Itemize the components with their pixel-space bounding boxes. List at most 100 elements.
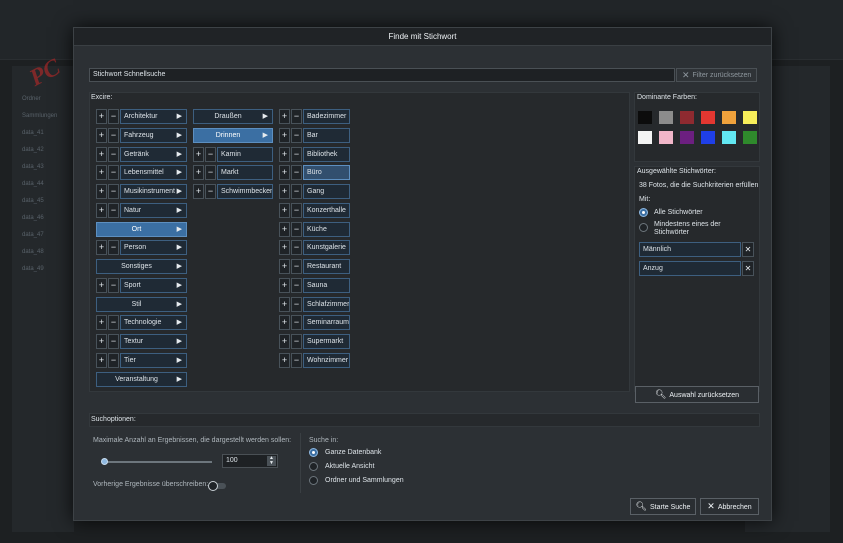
- keyword-technologie-label[interactable]: Technologie ▶: [120, 315, 187, 331]
- reset-filter-button[interactable]: ✕ Filter zurücksetzen: [676, 68, 757, 82]
- keyword-konzerthalle-label[interactable]: Konzerthalle: [303, 202, 350, 218]
- exclude-gang-button[interactable]: −: [291, 184, 302, 199]
- keyword-drinnen-label[interactable]: Drinnen ▶: [193, 127, 273, 143]
- include-schwimmbecken-button[interactable]: +: [193, 184, 204, 199]
- keyword-restaurant-label[interactable]: Restaurant: [303, 259, 350, 274]
- keyword-veranstaltung-label[interactable]: Veranstaltung ▶: [96, 371, 187, 387]
- exclude-natur-button[interactable]: −: [108, 202, 119, 218]
- include-wohnzimmer-button[interactable]: +: [279, 352, 290, 368]
- keyword-wohnzimmer-label[interactable]: Wohnzimmer: [303, 352, 350, 368]
- keyword-buero-label[interactable]: Büro: [303, 165, 350, 181]
- keyword-getraenk-label[interactable]: Getränk ▶: [120, 146, 187, 162]
- max-results-spinbox[interactable]: 100 ▲ ▼: [222, 454, 278, 468]
- keyword-kunstgalerie-label[interactable]: Kunstgalerie: [303, 240, 350, 256]
- exclude-seminarraum-button[interactable]: −: [291, 315, 302, 331]
- include-konzerthalle-button[interactable]: +: [279, 202, 290, 218]
- exclude-bar-button[interactable]: −: [291, 127, 302, 143]
- keyword-sauna-label[interactable]: Sauna: [303, 277, 350, 293]
- keyword-person-label[interactable]: Person ▶: [120, 240, 187, 256]
- keyword-lebensmittel-label[interactable]: Lebensmittel ▶: [120, 165, 187, 181]
- exclude-person-button[interactable]: −: [108, 240, 119, 256]
- exclude-sport-button[interactable]: −: [108, 277, 119, 293]
- include-buero-button[interactable]: +: [279, 165, 290, 181]
- keyword-gang-label[interactable]: Gang: [303, 184, 350, 199]
- exclude-architektur-button[interactable]: −: [108, 109, 119, 124]
- exclude-wohnzimmer-button[interactable]: −: [291, 352, 302, 368]
- keyword-schlafzimmer-label[interactable]: Schlafzimmer: [303, 296, 350, 312]
- overwrite-toggle[interactable]: [208, 481, 226, 491]
- color-swatch[interactable]: [722, 131, 736, 144]
- include-markt-button[interactable]: +: [193, 165, 204, 181]
- include-natur-button[interactable]: +: [96, 202, 107, 218]
- include-badezimmer-button[interactable]: +: [279, 109, 290, 124]
- color-swatch[interactable]: [659, 131, 673, 144]
- keyword-architektur-label[interactable]: Architektur ▶: [120, 109, 187, 124]
- include-kunstgalerie-button[interactable]: +: [279, 240, 290, 256]
- include-bibliothek-button[interactable]: +: [279, 146, 290, 162]
- include-restaurant-button[interactable]: +: [279, 259, 290, 274]
- exclude-lebensmittel-button[interactable]: −: [108, 165, 119, 181]
- keyword-bibliothek-label[interactable]: Bibliothek: [303, 146, 350, 162]
- include-musikinstrument-button[interactable]: +: [96, 184, 107, 199]
- any-keyword-radio[interactable]: [639, 223, 648, 232]
- include-kamin-button[interactable]: +: [193, 146, 204, 162]
- keyword-fahrzeug-label[interactable]: Fahrzeug ▶: [120, 127, 187, 143]
- color-swatch[interactable]: [638, 111, 652, 124]
- spinbox-arrows-icon[interactable]: ▲ ▼: [267, 456, 276, 466]
- exclude-konzerthalle-button[interactable]: −: [291, 202, 302, 218]
- color-swatch[interactable]: [701, 111, 715, 124]
- cancel-button[interactable]: ✕ Abbrechen: [700, 498, 759, 515]
- keyword-kamin-label[interactable]: Kamin: [217, 146, 273, 162]
- keyword-stil-label[interactable]: Stil ▶: [96, 296, 187, 312]
- include-textur-button[interactable]: +: [96, 334, 107, 349]
- exclude-badezimmer-button[interactable]: −: [291, 109, 302, 124]
- keyword-musikinstrument-label[interactable]: Musikinstrument ▶: [120, 184, 187, 199]
- include-supermarkt-button[interactable]: +: [279, 334, 290, 349]
- start-search-button[interactable]: 🔍︎ Starte Suche: [630, 498, 696, 515]
- color-swatch[interactable]: [659, 111, 673, 124]
- color-swatch[interactable]: [743, 111, 757, 124]
- include-bar-button[interactable]: +: [279, 127, 290, 143]
- scope-current-view-radio[interactable]: [309, 462, 318, 471]
- remove-tag-maennlich-button[interactable]: ✕: [742, 242, 754, 257]
- exclude-bibliothek-button[interactable]: −: [291, 146, 302, 162]
- scope-whole-database-radio[interactable]: [309, 448, 318, 457]
- include-lebensmittel-button[interactable]: +: [96, 165, 107, 181]
- color-swatch[interactable]: [701, 131, 715, 144]
- exclude-buero-button[interactable]: −: [291, 165, 302, 181]
- max-results-slider-track[interactable]: [104, 461, 212, 463]
- exclude-fahrzeug-button[interactable]: −: [108, 127, 119, 143]
- exclude-restaurant-button[interactable]: −: [291, 259, 302, 274]
- keyword-seminarraum-label[interactable]: Seminarraum: [303, 315, 350, 331]
- remove-tag-anzug-button[interactable]: ✕: [742, 261, 754, 276]
- color-swatch[interactable]: [722, 111, 736, 124]
- keyword-badezimmer-label[interactable]: Badezimmer: [303, 109, 350, 124]
- include-getraenk-button[interactable]: +: [96, 146, 107, 162]
- include-sport-button[interactable]: +: [96, 277, 107, 293]
- keyword-ort-label[interactable]: Ort ▶: [96, 221, 187, 237]
- exclude-supermarkt-button[interactable]: −: [291, 334, 302, 349]
- keyword-textur-label[interactable]: Textur ▶: [120, 334, 187, 349]
- exclude-sauna-button[interactable]: −: [291, 277, 302, 293]
- max-results-slider-handle[interactable]: [101, 458, 108, 465]
- keyword-bar-label[interactable]: Bar: [303, 127, 350, 143]
- keyword-sonstiges-label[interactable]: Sonstiges ▶: [96, 259, 187, 274]
- exclude-kamin-button[interactable]: −: [205, 146, 216, 162]
- include-seminarraum-button[interactable]: +: [279, 315, 290, 331]
- include-fahrzeug-button[interactable]: +: [96, 127, 107, 143]
- exclude-textur-button[interactable]: −: [108, 334, 119, 349]
- keyword-natur-label[interactable]: Natur ▶: [120, 202, 187, 218]
- include-schlafzimmer-button[interactable]: +: [279, 296, 290, 312]
- keyword-draussen-label[interactable]: Draußen ▶: [193, 109, 273, 124]
- exclude-schlafzimmer-button[interactable]: −: [291, 296, 302, 312]
- color-swatch[interactable]: [680, 111, 694, 124]
- exclude-schwimmbecken-button[interactable]: −: [205, 184, 216, 199]
- scope-folders-collections-radio[interactable]: [309, 476, 318, 485]
- exclude-kueche-button[interactable]: −: [291, 221, 302, 237]
- include-technologie-button[interactable]: +: [96, 315, 107, 331]
- keyword-kueche-label[interactable]: Küche: [303, 221, 350, 237]
- include-architektur-button[interactable]: +: [96, 109, 107, 124]
- color-swatch[interactable]: [743, 131, 757, 144]
- keyword-markt-label[interactable]: Markt: [217, 165, 273, 181]
- color-swatch[interactable]: [638, 131, 652, 144]
